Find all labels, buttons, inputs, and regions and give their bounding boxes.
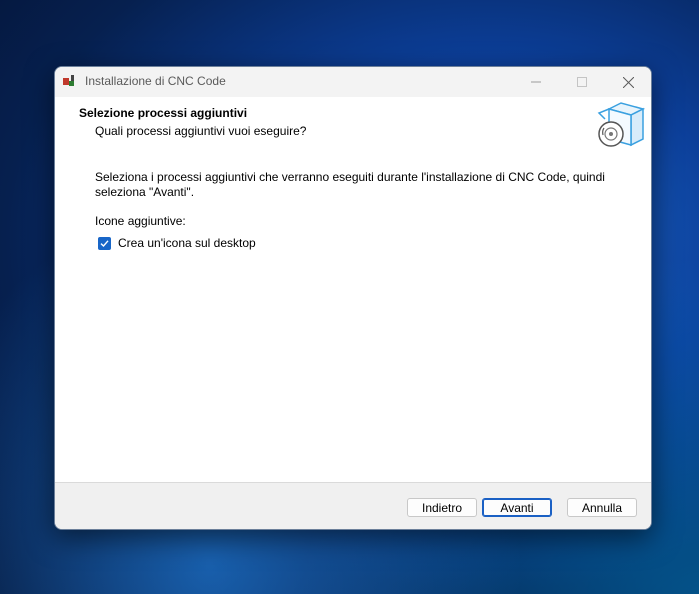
title-bar[interactable]: Installazione di CNC Code bbox=[55, 67, 651, 98]
next-button[interactable]: Avanti bbox=[482, 498, 552, 517]
wizard-header: Selezione processi aggiuntivi Quali proc… bbox=[55, 97, 651, 155]
minimize-button[interactable] bbox=[513, 67, 559, 97]
desktop-icon-label[interactable]: Crea un'icona sul desktop bbox=[118, 236, 256, 250]
page-subtitle: Quali processi aggiuntivi vuoi eseguire? bbox=[95, 124, 307, 138]
app-icon bbox=[63, 75, 74, 86]
installer-window: Installazione di CNC Code Selezione proc… bbox=[54, 66, 652, 530]
setup-box-disc-icon bbox=[597, 102, 645, 147]
close-icon bbox=[622, 76, 634, 88]
desktop-icon-checkbox[interactable] bbox=[98, 236, 111, 250]
window-title: Installazione di CNC Code bbox=[85, 74, 226, 88]
wizard-footer: Indietro Avanti Annulla bbox=[55, 482, 651, 529]
minimize-icon bbox=[531, 81, 541, 83]
task-desktop-icon[interactable]: Crea un'icona sul desktop bbox=[98, 235, 256, 251]
back-button[interactable]: Indietro bbox=[407, 498, 477, 517]
page-title: Selezione processi aggiuntivi bbox=[79, 106, 248, 120]
checkmark-icon bbox=[100, 239, 109, 247]
close-button[interactable] bbox=[605, 67, 651, 97]
maximize-icon bbox=[577, 77, 587, 87]
group-label: Icone aggiuntive: bbox=[95, 214, 186, 228]
maximize-button[interactable] bbox=[559, 67, 605, 97]
cancel-button[interactable]: Annulla bbox=[567, 498, 637, 517]
description-text: Seleziona i processi aggiuntivi che verr… bbox=[95, 170, 605, 199]
